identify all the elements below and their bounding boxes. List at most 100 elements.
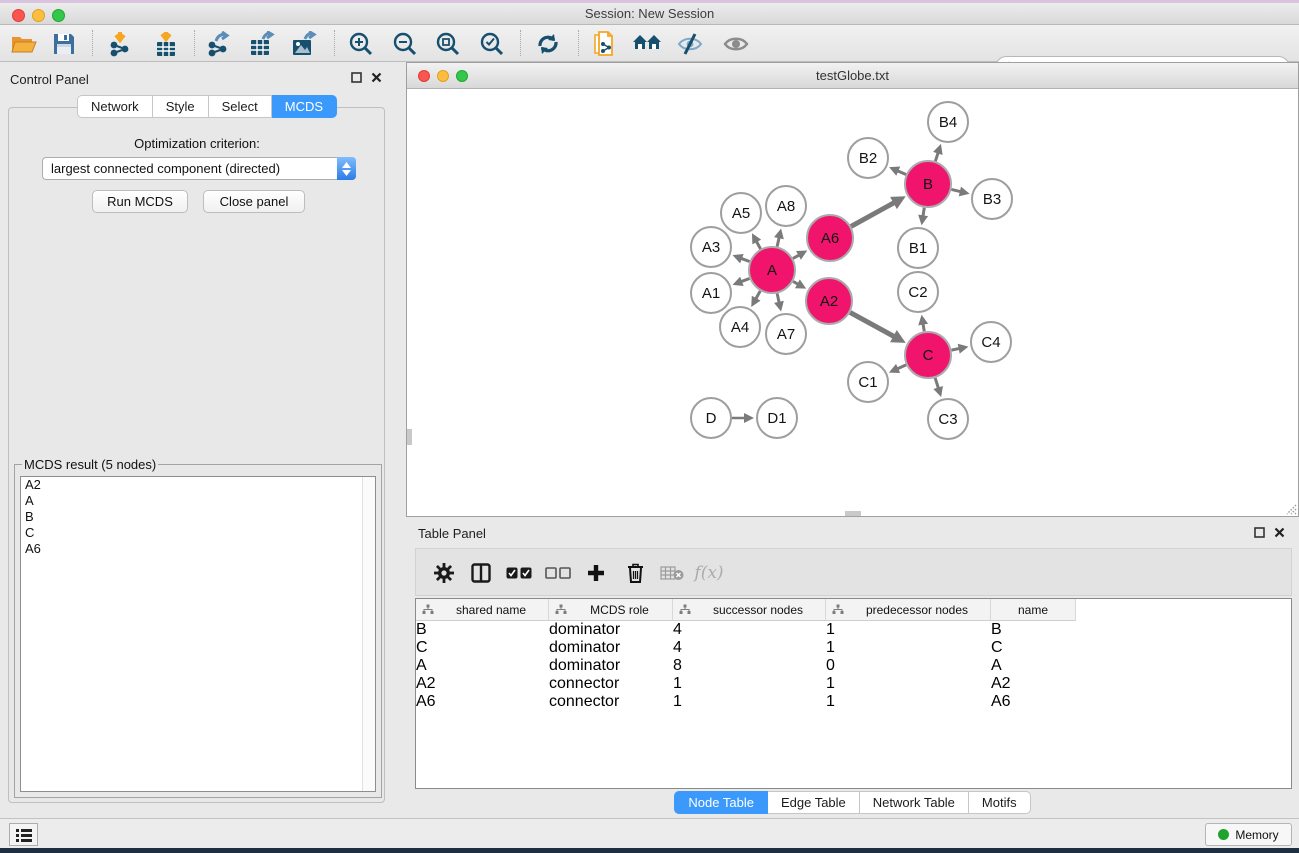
tab-mcds[interactable]: MCDS <box>272 95 337 118</box>
tab-motifs[interactable]: Motifs <box>969 791 1031 814</box>
memory-button[interactable]: Memory <box>1205 823 1292 846</box>
column-header-successor-nodes[interactable]: successor nodes <box>673 599 826 621</box>
graph-node-B3[interactable]: B3 <box>972 179 1012 219</box>
close-panel-icon[interactable] <box>371 72 382 83</box>
add-column-button[interactable] <box>581 558 611 588</box>
delete-table-button[interactable] <box>657 558 687 588</box>
table-row[interactable]: A2connector11A2 <box>416 675 1291 693</box>
graph-node-B[interactable]: B <box>905 161 951 207</box>
network-canvas[interactable]: B4B2BB3A8A5A6B1A3AC2A1A2A4A7C4CC1C3DD1 <box>407 89 1298 516</box>
graph-edge[interactable] <box>851 202 895 226</box>
graph-edge[interactable] <box>935 378 938 389</box>
tab-style[interactable]: Style <box>153 95 209 118</box>
zoom-fit-button[interactable] <box>430 28 466 59</box>
close-table-panel-icon[interactable] <box>1274 527 1285 538</box>
graph-edge[interactable] <box>923 324 924 332</box>
graph-node-A[interactable]: A <box>749 247 795 293</box>
close-panel-button[interactable]: Close panel <box>203 190 305 213</box>
graph-node-A5[interactable]: A5 <box>721 193 761 233</box>
resize-grip-icon[interactable] <box>1283 501 1297 515</box>
refresh-layout-button[interactable] <box>530 28 566 59</box>
import-table-button[interactable] <box>148 28 184 59</box>
graph-edge[interactable] <box>793 281 798 284</box>
graph-node-A1[interactable]: A1 <box>691 273 731 313</box>
export-table-button[interactable] <box>244 28 280 59</box>
run-mcds-button[interactable]: Run MCDS <box>92 190 188 213</box>
import-network-button[interactable] <box>102 28 138 59</box>
result-list-item[interactable]: A6 <box>21 541 375 557</box>
graph-node-C4[interactable]: C4 <box>971 322 1011 362</box>
graph-edge[interactable] <box>850 312 895 336</box>
graph-edge[interactable] <box>777 237 779 246</box>
table-settings-button[interactable] <box>429 558 459 588</box>
mcds-result-list[interactable]: A2ABCA6 <box>20 476 376 792</box>
show-panel-list-button[interactable] <box>9 823 38 846</box>
graph-node-D[interactable]: D <box>691 398 731 438</box>
graph-node-A8[interactable]: A8 <box>766 186 806 226</box>
column-header-mcds-role[interactable]: MCDS role <box>549 599 673 621</box>
table-row[interactable]: A6connector11A6 <box>416 693 1291 711</box>
zoom-out-button[interactable] <box>387 28 423 59</box>
result-list-item[interactable]: C <box>21 525 375 541</box>
graph-edge[interactable] <box>793 255 799 258</box>
graph-node-B2[interactable]: B2 <box>848 138 888 178</box>
split-view-button[interactable] <box>466 558 496 588</box>
zoom-selected-button[interactable] <box>474 28 510 59</box>
graph-edge[interactable] <box>897 171 906 175</box>
save-session-button[interactable] <box>46 28 82 59</box>
network-vscroll-hint[interactable] <box>407 429 412 445</box>
criterion-dropdown[interactable]: largest connected component (directed) <box>42 157 356 180</box>
eye-button[interactable] <box>718 28 754 59</box>
zoom-in-button[interactable] <box>343 28 379 59</box>
graph-node-C3[interactable]: C3 <box>928 399 968 439</box>
graph-node-A4[interactable]: A4 <box>720 307 760 347</box>
deselect-all-columns-button[interactable] <box>543 558 573 588</box>
graph-edge[interactable] <box>741 258 750 261</box>
result-list-item[interactable]: A2 <box>21 477 375 493</box>
tab-node-table[interactable]: Node Table <box>674 791 768 814</box>
graph-edge[interactable] <box>897 365 906 369</box>
export-network-button[interactable] <box>201 28 237 59</box>
export-image-button[interactable] <box>286 28 322 59</box>
graph-node-C1[interactable]: C1 <box>848 362 888 402</box>
function-builder-button[interactable]: f(x) <box>694 558 724 588</box>
tab-network[interactable]: Network <box>77 95 153 118</box>
column-header-predecessor-nodes[interactable]: predecessor nodes <box>826 599 991 621</box>
tab-edge-table[interactable]: Edge Table <box>768 791 860 814</box>
graph-edge[interactable] <box>756 241 760 249</box>
graph-node-B4[interactable]: B4 <box>928 102 968 142</box>
graph-edge[interactable] <box>756 291 761 299</box>
float-table-panel-icon[interactable] <box>1254 527 1265 538</box>
graph-node-A2[interactable]: A2 <box>806 278 852 324</box>
graph-node-B1[interactable]: B1 <box>898 228 938 268</box>
home-neighbors-button[interactable] <box>629 28 665 59</box>
node-table[interactable]: shared nameMCDS rolesuccessor nodesprede… <box>415 598 1292 789</box>
result-list-item[interactable]: B <box>21 509 375 525</box>
graph-edge[interactable] <box>923 208 924 217</box>
open-session-button[interactable] <box>6 28 42 59</box>
result-list-scrollbar[interactable] <box>362 477 375 791</box>
graph-edge[interactable] <box>741 278 750 281</box>
table-row[interactable]: Bdominator41B <box>416 621 1291 639</box>
column-header-shared-name[interactable]: shared name <box>416 599 549 621</box>
graph-node-D1[interactable]: D1 <box>757 398 797 438</box>
graph-edge[interactable] <box>951 189 960 191</box>
table-row[interactable]: Cdominator41C <box>416 639 1291 657</box>
delete-column-button[interactable] <box>620 558 650 588</box>
graph-node-A3[interactable]: A3 <box>691 227 731 267</box>
clone-network-button[interactable] <box>587 28 623 59</box>
graph-edge[interactable] <box>935 152 938 161</box>
result-list-item[interactable]: A <box>21 493 375 509</box>
tab-select[interactable]: Select <box>209 95 272 118</box>
select-all-columns-button[interactable] <box>504 558 534 588</box>
graph-edge[interactable] <box>952 348 960 350</box>
table-row[interactable]: Adominator80A <box>416 657 1291 675</box>
tab-network-table[interactable]: Network Table <box>860 791 969 814</box>
graph-node-A7[interactable]: A7 <box>766 314 806 354</box>
graph-node-A6[interactable]: A6 <box>807 215 853 261</box>
hide-details-button[interactable] <box>672 28 708 59</box>
graph-node-C2[interactable]: C2 <box>898 272 938 312</box>
float-panel-icon[interactable] <box>351 72 362 83</box>
network-hscroll-hint[interactable] <box>845 511 861 516</box>
graph-edge[interactable] <box>777 293 779 302</box>
